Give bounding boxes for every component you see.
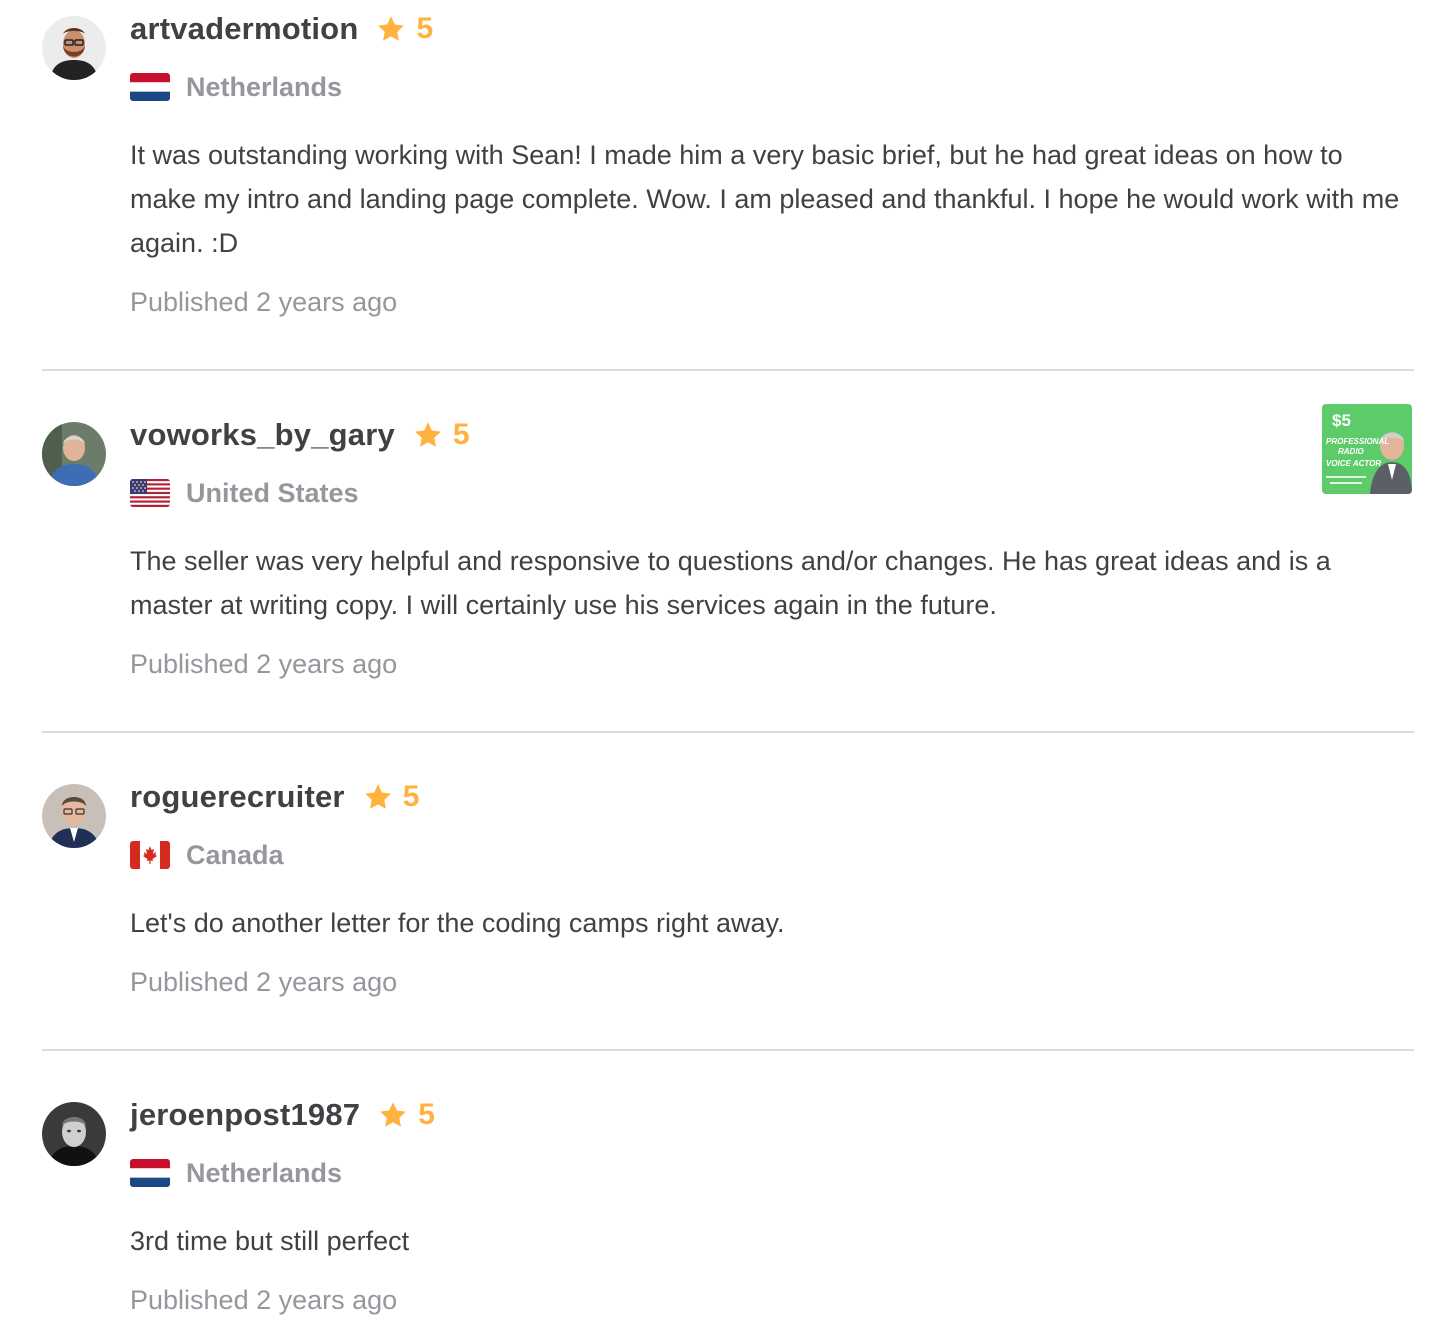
rating-value: 5 <box>416 12 434 45</box>
thumbnail-line2: RADIO <box>1338 447 1365 456</box>
published-date: Published 2 years ago <box>130 649 398 679</box>
review-text: Let's do another letter for the coding c… <box>130 908 785 938</box>
country-row: Netherlands <box>130 69 342 105</box>
country-name: Netherlands <box>186 71 343 102</box>
review-item: voworks_by_gary 5 United States $5 PROFE… <box>42 400 1414 700</box>
review-text: 3rd time but still perfect <box>130 1226 410 1256</box>
thumbnail-price: $5 <box>1332 411 1351 430</box>
divider <box>42 369 1414 371</box>
star-icon <box>380 1102 407 1127</box>
country-name: Canada <box>186 839 284 870</box>
username-link[interactable]: artvadermotion <box>130 11 358 47</box>
country-row: Netherlands <box>130 1155 342 1191</box>
review-text: The seller was very helpful and responsi… <box>130 546 1331 620</box>
rating-value: 5 <box>452 418 470 451</box>
review-header: roguerecruiter 5 <box>130 777 419 817</box>
united-states-flag-icon <box>130 479 170 507</box>
rating: 5 <box>378 1098 435 1132</box>
thumbnail-line1: PROFESSIONAL <box>1326 437 1389 446</box>
rating-value: 5 <box>402 780 420 813</box>
username-link[interactable]: roguerecruiter <box>130 779 345 815</box>
review-header: jeroenpost1987 5 <box>130 1095 435 1135</box>
star-icon <box>378 16 405 41</box>
review-item: artvadermotion 5 Netherlands It was outs… <box>42 0 1414 340</box>
country-name: United States <box>186 477 359 508</box>
published-date: Published 2 years ago <box>130 967 398 997</box>
thumbnail-line3: VOICE ACTOR <box>1326 459 1381 468</box>
review-item: jeroenpost1987 5 Netherlands 3rd time bu… <box>42 1080 1414 1320</box>
username-link[interactable]: voworks_by_gary <box>130 417 395 453</box>
rating: 5 <box>413 418 470 452</box>
canada-flag-icon <box>130 841 170 869</box>
review-header: artvadermotion 5 <box>130 9 433 49</box>
rating-value: 5 <box>418 1098 435 1131</box>
username-link[interactable]: jeroenpost1987 <box>130 1097 360 1133</box>
star-icon <box>364 784 391 809</box>
country-name: Netherlands <box>186 1157 343 1188</box>
review-text: It was outstanding working with Sean! I … <box>130 140 1400 258</box>
review-header: voworks_by_gary 5 <box>130 415 470 455</box>
country-row: United States <box>130 475 359 511</box>
rating: 5 <box>363 780 420 814</box>
review-item: roguerecruiter 5 Canada Let's do another… <box>42 762 1414 1022</box>
avatar[interactable] <box>42 1102 106 1166</box>
divider <box>42 731 1414 733</box>
netherlands-flag-icon <box>130 1159 170 1187</box>
netherlands-flag-icon <box>130 73 170 101</box>
gig-thumbnail[interactable]: $5 PROFESSIONAL RADIO VOICE ACTOR <box>1322 404 1412 494</box>
rating: 5 <box>376 12 433 46</box>
avatar[interactable] <box>42 422 106 486</box>
published-date: Published 2 years ago <box>130 287 398 317</box>
country-row: Canada <box>130 837 284 873</box>
star-icon <box>415 422 441 447</box>
divider <box>42 1049 1414 1051</box>
avatar[interactable] <box>42 16 106 80</box>
published-date: Published 2 years ago <box>130 1285 398 1315</box>
avatar[interactable] <box>42 784 106 848</box>
